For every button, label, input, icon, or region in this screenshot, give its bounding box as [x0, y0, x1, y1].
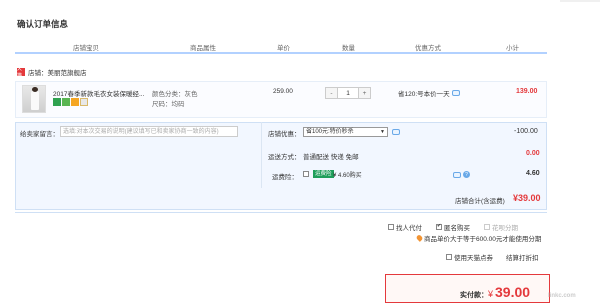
- insurance-price: ¥ 4.60购买: [333, 173, 362, 179]
- col-header-attr: 商品属性: [190, 45, 216, 52]
- promo-label: 店铺优惠：: [268, 131, 301, 138]
- product-size: 尺码：均码: [152, 101, 185, 108]
- tmall-coupon-option[interactable]: 使用天猫点券: [446, 252, 493, 262]
- product-figure-head: [32, 87, 38, 92]
- col-header-item: 店铺宝贝: [73, 45, 99, 52]
- shipping-label: 运送方式：: [268, 154, 301, 161]
- shipping-method: 普通配送 快递 免邮: [303, 154, 359, 161]
- item-subtotal: 139.00: [516, 88, 538, 95]
- huabei-option[interactable]: 花呗分期: [484, 222, 518, 232]
- settle-discount-link[interactable]: 结算打折扣: [506, 252, 539, 262]
- anon-pay-checkbox[interactable]: [388, 224, 394, 230]
- location-pin-icon: [415, 234, 424, 242]
- shop-row: 天猫 店铺：美丽范旗舰店: [17, 66, 87, 79]
- anon-buy-checkbox[interactable]: [436, 224, 442, 230]
- product-name-link[interactable]: 2017春季新款毛衣女装保暖经...: [53, 88, 144, 98]
- shop-total-value: ¥39.00: [513, 193, 541, 203]
- service-badge-icon: [80, 98, 88, 106]
- table-header: 店铺宝贝 商品属性 单价 数量 优惠方式 小计: [15, 40, 547, 52]
- seller-message-input[interactable]: 选填:对本次交易的说明(建议填写已和卖家协商一致的内容): [60, 126, 238, 137]
- anon-pay-option[interactable]: 找人代付: [388, 222, 422, 232]
- watermark: linkc.com: [548, 293, 576, 299]
- discount-text: 省120:号本价一天: [398, 91, 450, 98]
- product-color: 颜色分类：灰色: [152, 91, 198, 98]
- qty-minus-button[interactable]: -: [326, 88, 337, 98]
- service-badge-icon: [62, 98, 70, 106]
- section-divider: [15, 212, 547, 213]
- huabei-label: 花呗分期: [492, 225, 518, 232]
- anon-pay-label: 找人代付: [396, 225, 422, 232]
- quantity-stepper: - 1 +: [325, 87, 371, 99]
- huabei-checkbox[interactable]: [484, 224, 490, 230]
- help-icon[interactable]: ?: [463, 171, 470, 178]
- installment-notice-text: 商品单价大于等于600.00元才能使用分期: [424, 236, 542, 243]
- shipping-value: 0.00: [526, 150, 540, 157]
- col-header-subtotal: 小计: [506, 45, 519, 52]
- promo-chat-icon[interactable]: [392, 129, 400, 135]
- tmall-shop-icon: 天猫: [17, 66, 25, 79]
- promo-select[interactable]: 省100元:特价秒杀: [303, 127, 388, 137]
- insurance-value: 4.60: [526, 170, 540, 177]
- qty-input[interactable]: 1: [337, 88, 359, 98]
- order-item-row: [15, 81, 547, 118]
- discount-info: 省120:号本价一天: [398, 88, 460, 98]
- qty-plus-button[interactable]: +: [359, 88, 370, 98]
- col-header-price: 单价: [277, 45, 290, 52]
- shop-name[interactable]: 店铺：美丽范旗舰店: [28, 67, 87, 77]
- insurance-badge: 运费险: [313, 170, 334, 178]
- top-edge-line: [560, 0, 600, 2]
- tmall-coupon-checkbox[interactable]: [446, 254, 452, 260]
- installment-notice: 商品单价大于等于600.00元才能使用分期: [415, 233, 542, 243]
- header-divider: [15, 52, 547, 54]
- tmall-coupon-label: 使用天猫点券: [454, 255, 493, 262]
- insurance-chat-icon[interactable]: [453, 172, 461, 178]
- service-badge-icon: [71, 98, 79, 106]
- insurance-checkbox[interactable]: [303, 171, 309, 177]
- service-badges: [53, 98, 88, 106]
- promo-value: -100.00: [514, 128, 538, 135]
- product-figure: [31, 90, 39, 110]
- pay-currency: ¥: [488, 289, 494, 299]
- panel-divider: [261, 122, 262, 188]
- col-header-discount: 优惠方式: [415, 45, 441, 52]
- shop-total-label: 店铺合计(含运费): [455, 198, 505, 205]
- page-title: 确认订单信息: [17, 19, 69, 29]
- pay-amount-value: 39.00: [495, 284, 531, 300]
- message-label: 给卖家留言：: [20, 131, 59, 138]
- insurance-label: 运费险：: [272, 174, 298, 181]
- anon-buy-label: 匿名购买: [444, 225, 470, 232]
- product-thumbnail[interactable]: [22, 85, 46, 113]
- pay-amount: ¥39.00: [488, 284, 530, 300]
- col-header-qty: 数量: [342, 45, 355, 52]
- payment-options: 找人代付 匿名购买 花呗分期: [388, 222, 518, 232]
- unit-price: 259.00: [273, 88, 293, 95]
- anon-buy-option[interactable]: 匿名购买: [436, 222, 470, 232]
- chat-icon[interactable]: [451, 90, 460, 96]
- pay-label: 实付款：: [460, 292, 488, 299]
- service-badge-icon: [53, 98, 61, 106]
